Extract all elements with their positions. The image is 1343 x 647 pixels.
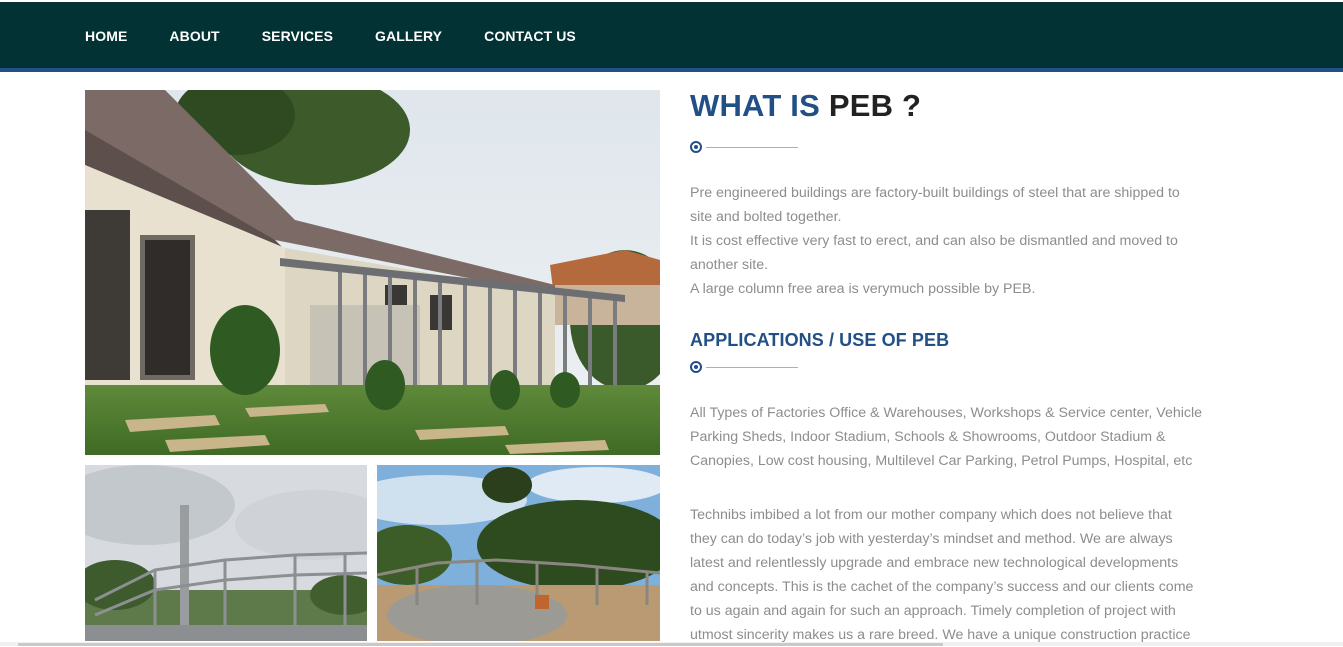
applications-heading: APPLICATIONS / USE OF PEB [690,330,950,350]
intro-line: Pre engineered buildings are factory-bui… [690,185,1180,201]
peb-house-photo [85,90,660,455]
company-paragraph: Technibs imbibed a lot from our mother c… [690,503,1260,647]
intro-line: It is cost effective very fast to erect,… [690,233,1178,249]
intro-paragraph: Pre engineered buildings are factory-bui… [690,181,1260,301]
title-peb: PEB ? [828,88,922,123]
nav-about[interactable]: ABOUT [169,28,219,44]
company-line: to us again and again for such an approa… [690,603,1176,619]
nav-home[interactable]: HOME [85,28,127,44]
applications-divider [690,360,800,378]
intro-line: site and bolted together. [690,209,842,225]
applications-line: Parking Sheds, Indoor Stadium, Schools &… [690,429,1166,445]
divider-dot-icon [690,361,702,373]
nav-contact-us[interactable]: CONTACT US [484,28,576,44]
nav-accent-line [0,68,1343,72]
divider-line [706,147,798,148]
intro-line: another site. [690,257,769,273]
nav-services[interactable]: SERVICES [262,28,333,44]
divider-dot-icon [690,141,702,153]
applications-paragraph: All Types of Factories Office & Warehous… [690,401,1260,473]
company-line: they can do today’s job with yesterday’s… [690,531,1173,547]
company-line: Technibs imbibed a lot from our mother c… [690,507,1172,523]
page-title: WHAT IS PEB ? [690,88,921,124]
company-line: and concepts. This is the cachet of the … [690,579,1194,595]
company-line: latest and relentlessly upgrade and embr… [690,555,1179,571]
title-what-is: WHAT IS [690,88,820,123]
applications-line: All Types of Factories Office & Warehous… [690,405,1203,421]
intro-line: A large column free area is verymuch pos… [690,281,1036,297]
title-divider [690,140,800,158]
applications-line: Canopies, Low cost housing, Multilevel C… [690,453,1193,469]
main-nav: HOME ABOUT SERVICES GALLERY CONTACT US [85,2,618,70]
steel-frame-construction-photo [85,465,367,641]
top-navigation-bar: HOME ABOUT SERVICES GALLERY CONTACT US [0,0,1343,68]
divider-line [706,367,798,368]
site-steel-frames-photo [377,465,660,641]
nav-gallery[interactable]: GALLERY [375,28,442,44]
